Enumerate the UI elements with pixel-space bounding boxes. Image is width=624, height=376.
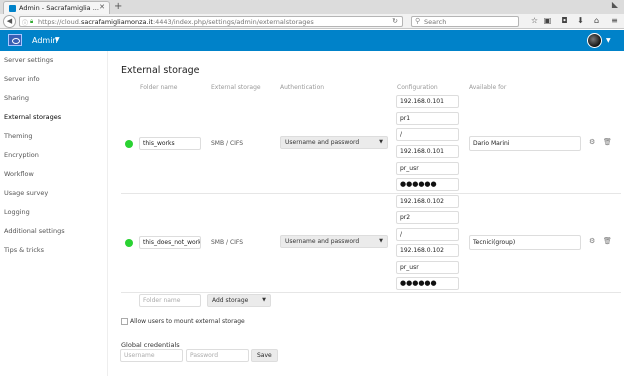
global-password-input[interactable]: Password — [186, 349, 249, 362]
config-domain-input[interactable]: 192.168.0.101 — [396, 145, 459, 158]
row-divider — [121, 193, 621, 194]
column-header-authentication: Authentication — [280, 84, 325, 91]
status-ok-icon[interactable] — [125, 239, 133, 247]
admin-sidebar: Server settings Server info Sharing Exte… — [0, 51, 108, 376]
home-icon[interactable]: ⌂ — [591, 16, 602, 25]
storage-type-label: SMB / CIFS — [211, 140, 244, 147]
sidebar-item-additional-settings[interactable]: Additional settings — [4, 227, 65, 235]
bookmark-star-icon[interactable]: ☆ — [529, 16, 540, 25]
config-password-input[interactable]: ●●●●●● — [396, 178, 459, 191]
chevron-down-icon: ▼ — [379, 139, 383, 145]
sidebar-item-logging[interactable]: Logging — [4, 208, 30, 216]
browser-search-bar[interactable]: ⚲ — [411, 16, 519, 27]
browser-tab[interactable]: Admin - Sacrafamiglia ... ✕ — [3, 1, 110, 14]
sidebar-item-workflow[interactable]: Workflow — [4, 170, 34, 178]
lock-icon[interactable]: 🔒︎ — [30, 18, 33, 26]
browser-nav-bar: ◀ ⓘ 🔒︎ https://cloud.sacrafamigliamonza.… — [0, 14, 624, 29]
config-username-input[interactable]: pr_usr — [396, 261, 459, 274]
folder-name-input[interactable]: this_works — [139, 137, 201, 150]
window-control-icon[interactable]: ◣ — [612, 0, 618, 9]
avatar[interactable] — [587, 33, 602, 48]
url-text[interactable]: https://cloud.sacrafamigliamonza.it:4443… — [38, 18, 314, 26]
authentication-select[interactable]: Username and password ▼ — [280, 235, 388, 248]
allow-user-mounting-label: Allow users to mount external storage — [130, 318, 245, 325]
nextcloud-logo-icon[interactable] — [8, 34, 22, 46]
sidebar-item-tips-tricks[interactable]: Tips & tricks — [4, 246, 44, 254]
download-icon[interactable]: ⬇ — [575, 16, 586, 25]
column-header-folder-name: Folder name — [140, 84, 178, 91]
gear-icon[interactable]: ⚙ — [589, 138, 595, 146]
clipboard-icon[interactable]: ▣ — [542, 16, 553, 25]
app-header: Admin ▼ ▼ — [0, 30, 624, 51]
save-button[interactable]: Save — [251, 349, 278, 362]
config-domain-input[interactable]: 192.168.0.102 — [396, 244, 459, 257]
sidebar-item-external-storages[interactable]: External storages — [4, 113, 61, 121]
config-password-input[interactable]: ●●●●●● — [396, 277, 459, 290]
back-button[interactable]: ◀ — [3, 15, 16, 28]
sidebar-item-sharing[interactable]: Sharing — [4, 94, 29, 102]
address-bar[interactable]: ⓘ 🔒︎ https://cloud.sacrafamigliamonza.it… — [19, 16, 403, 27]
status-ok-icon[interactable] — [125, 140, 133, 148]
global-credentials-title: Global credentials — [121, 341, 180, 349]
search-icon: ⚲ — [415, 17, 421, 25]
reload-icon[interactable]: ↻ — [392, 17, 398, 25]
config-share-input[interactable]: pr1 — [396, 112, 459, 125]
storage-type-label: SMB / CIFS — [211, 239, 244, 246]
sidebar-item-server-settings[interactable]: Server settings — [4, 56, 53, 64]
row-divider — [121, 292, 621, 293]
browser-tab-bar: Admin - Sacrafamiglia ... ✕ + ◣ — [0, 0, 624, 14]
new-folder-name-input[interactable]: Folder name — [139, 294, 201, 307]
sidebar-item-theming[interactable]: Theming — [4, 132, 32, 140]
authentication-select[interactable]: Username and password ▼ — [280, 136, 388, 149]
sidebar-item-encryption[interactable]: Encryption — [4, 151, 39, 159]
allow-user-mounting-checkbox[interactable] — [121, 318, 128, 325]
global-username-input[interactable]: Username — [120, 349, 183, 362]
column-header-available-for: Available for — [469, 84, 507, 91]
folder-name-input[interactable]: this_does_not_work — [139, 236, 201, 249]
close-tab-icon[interactable]: ✕ — [99, 3, 105, 11]
config-remote-subfolder-input[interactable]: / — [396, 228, 459, 241]
app-menu-title[interactable]: Admin — [32, 36, 58, 45]
nextcloud-favicon-icon — [9, 5, 16, 12]
sidebar-item-server-info[interactable]: Server info — [4, 75, 40, 83]
browser-search-input[interactable] — [424, 18, 514, 26]
config-host-input[interactable]: 192.168.0.101 — [396, 95, 459, 108]
pocket-icon[interactable]: ◘ — [559, 16, 570, 25]
menu-icon[interactable]: ≡ — [609, 16, 620, 25]
sidebar-item-usage-survey[interactable]: Usage survey — [4, 189, 48, 197]
config-username-input[interactable]: pr_usr — [396, 162, 459, 175]
tab-title: Admin - Sacrafamiglia ... — [19, 4, 99, 12]
gear-icon[interactable]: ⚙ — [589, 237, 595, 245]
column-header-configuration: Configuration — [397, 84, 438, 91]
add-storage-select[interactable]: Add storage ▼ — [207, 294, 271, 307]
page-title: External storage — [121, 65, 200, 76]
chevron-down-icon: ▼ — [379, 238, 383, 244]
config-remote-subfolder-input[interactable]: / — [396, 128, 459, 141]
available-for-input[interactable]: Dario Marini — [469, 136, 581, 151]
trash-icon[interactable]: 🗑︎ — [603, 237, 612, 245]
user-menu-caret-icon[interactable]: ▼ — [606, 37, 611, 44]
trash-icon[interactable]: 🗑︎ — [603, 138, 612, 146]
config-share-input[interactable]: pr2 — [396, 211, 459, 224]
caret-down-icon[interactable]: ▼ — [55, 36, 60, 43]
chevron-down-icon: ▼ — [262, 297, 266, 303]
new-tab-button[interactable]: + — [114, 1, 122, 13]
config-host-input[interactable]: 192.168.0.102 — [396, 195, 459, 208]
main-content: External storage Folder name External st… — [109, 51, 624, 376]
available-for-input[interactable]: Tecnici(group) — [469, 235, 581, 250]
info-icon[interactable]: ⓘ — [22, 18, 28, 27]
column-header-external-storage: External storage — [211, 84, 261, 91]
